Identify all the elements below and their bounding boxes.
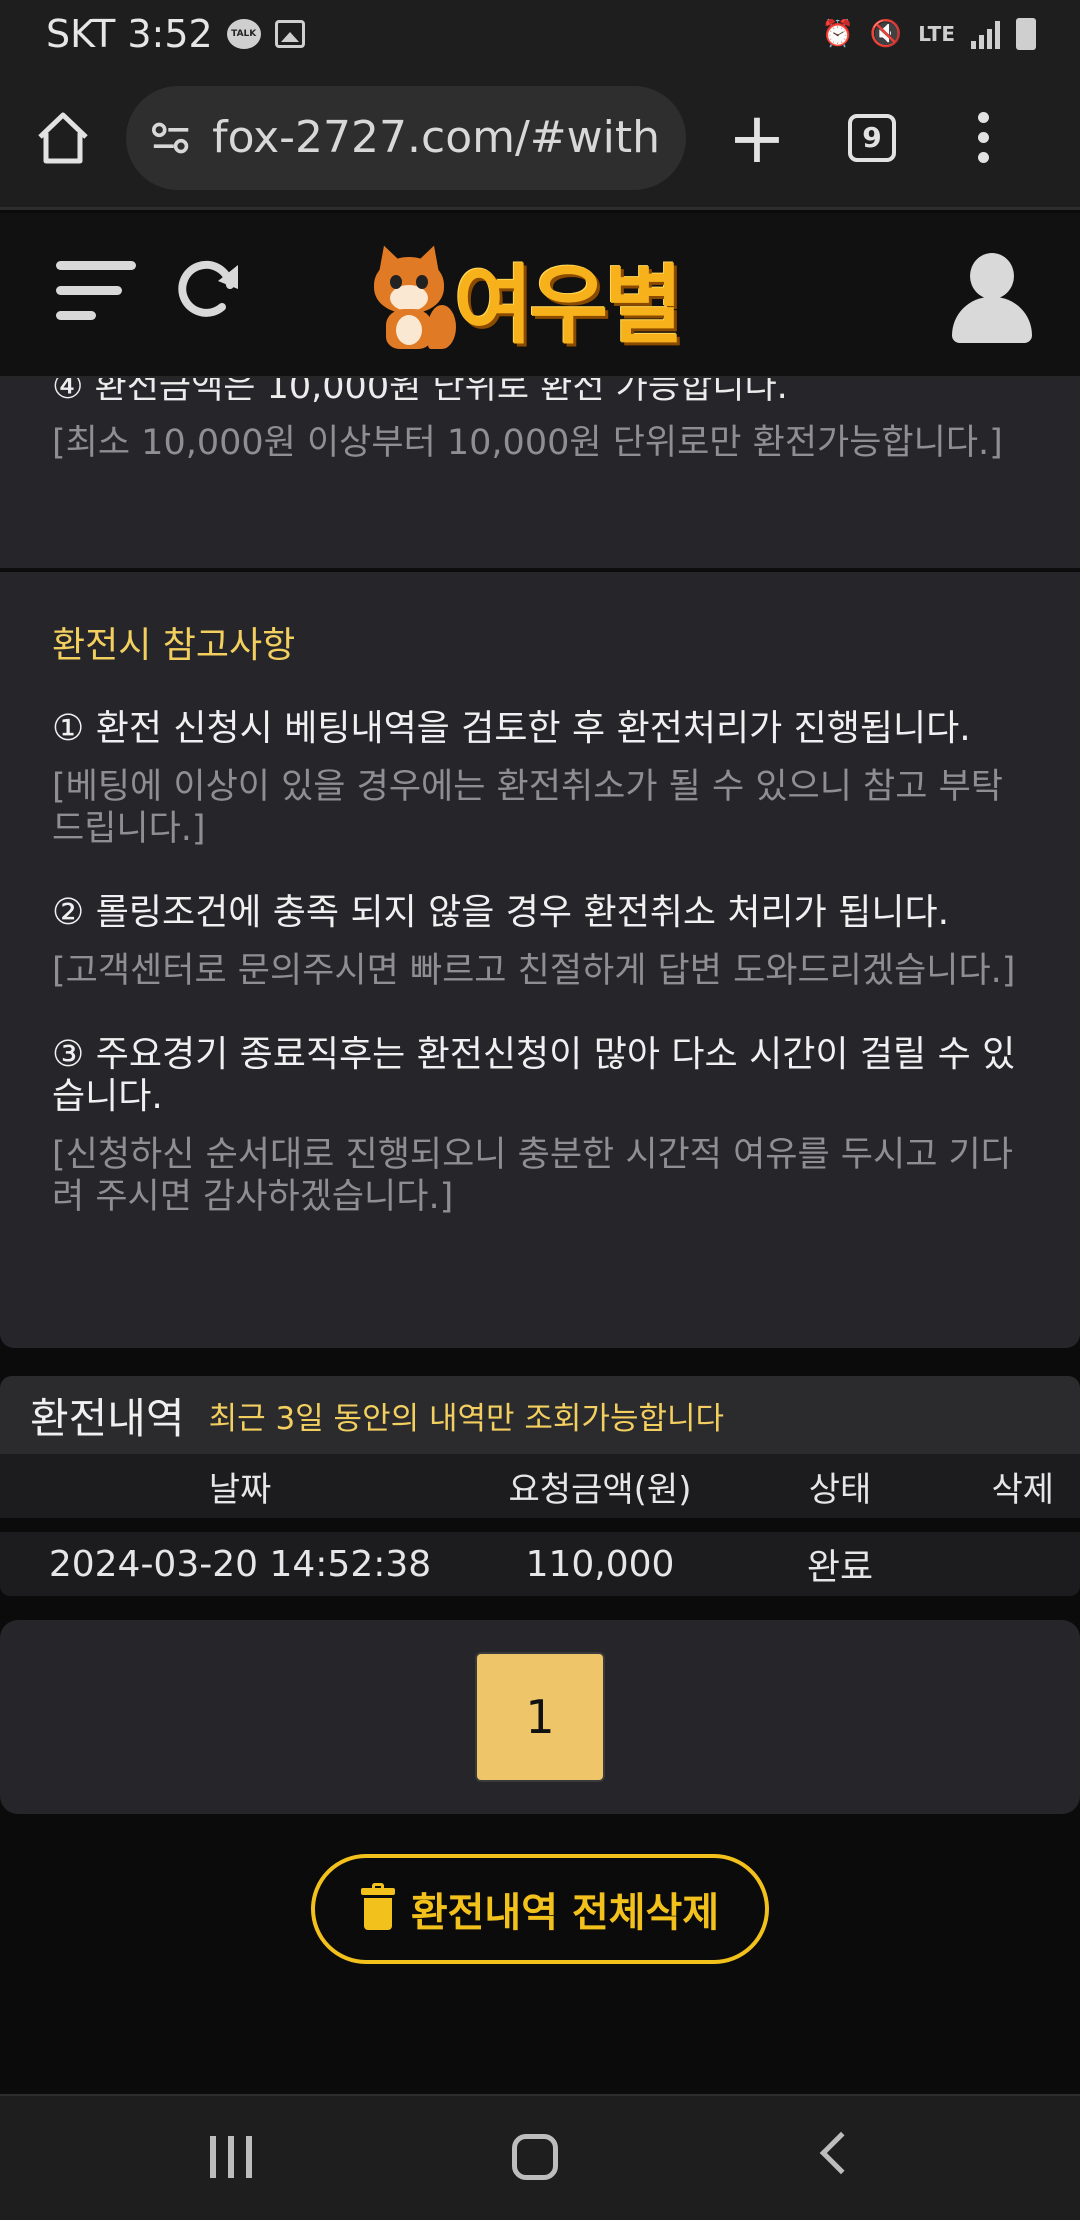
fox-mascot-icon: [370, 240, 456, 351]
status-left: SKT 3:52 TALK: [46, 12, 305, 56]
table-header: 날짜 요청금액(원) 상태 삭제: [0, 1454, 1080, 1518]
note-sub: [고객센터로 문의주시면 빠르고 친절하게 답변 도와드리겠습니다.]: [52, 951, 1016, 991]
note-item: ① 환전 신청시 베팅내역을 검토한 후 환전처리가 진행됩니다. [베팅에 이…: [52, 708, 1028, 850]
history-title: 환전내역: [30, 1393, 185, 1443]
refresh-icon: [178, 260, 238, 317]
row-amount: 110,000: [525, 1543, 675, 1585]
table-row: 2024-03-20 14:52:38 110,000 완료: [0, 1532, 1080, 1596]
note-text: ① 환전 신청시 베팅내역을 검토한 후 환전처리가 진행됩니다.: [52, 708, 971, 749]
row-date: 2024-03-20 14:52:38: [48, 1543, 432, 1585]
battery-icon: [1016, 18, 1036, 50]
tab-switcher-button[interactable]: 9: [848, 113, 896, 162]
withdraw-rules-panel: ④ 환전금액은 10,000원 단위로 환전 가능합니다. [최소 10,000…: [0, 378, 1080, 570]
logo-text: 여우별: [454, 256, 683, 356]
system-home-button[interactable]: [512, 2134, 558, 2180]
row-status: 완료: [806, 1547, 874, 1588]
status-bar: SKT 3:52 TALK ⏰ 🔇 LTE: [0, 0, 1080, 68]
pagination: 1: [0, 1620, 1080, 1814]
col-delete: 삭제: [991, 1469, 1054, 1510]
rule-4-text: ④ 환전금액은 10,000원 단위로 환전 가능합니다.: [52, 378, 788, 407]
col-amount: 요청금액(원): [508, 1469, 692, 1510]
menu-button[interactable]: [56, 261, 136, 336]
site-logo[interactable]: 여우별: [370, 235, 683, 360]
note-item: ② 롤링조건에 충족 되지 않을 경우 환전취소 처리가 됩니다. [고객센터로…: [52, 892, 1028, 992]
image-icon: [274, 20, 305, 48]
user-account-button[interactable]: [952, 253, 1032, 343]
more-menu-button[interactable]: [978, 112, 989, 163]
address-bar[interactable]: fox-2727.com/#withdr: [126, 85, 686, 190]
refresh-button[interactable]: [172, 255, 242, 325]
trash-icon: [360, 1883, 395, 1930]
user-icon: [970, 253, 1014, 299]
note-sub: [베팅에 이상이 있을 경우에는 환전취소가 될 수 있으니 참고 부탁드립니다…: [52, 767, 1003, 849]
withdraw-history: 환전내역 최근 3일 동안의 내역만 조회가능합니다 날짜 요청금액(원) 상태…: [0, 1376, 1080, 1596]
delete-all-history-button[interactable]: 환전내역 전체삭제: [311, 1854, 769, 1964]
col-date: 날짜: [208, 1469, 272, 1510]
alarm-icon: ⏰: [821, 19, 854, 49]
carrier-time: SKT 3:52: [46, 12, 213, 56]
note-text: ③ 주요경기 종료직후는 환전신청이 많아 다소 시간이 걸릴 수 있습니다.: [52, 1034, 1016, 1117]
system-nav-bar: [0, 2094, 1080, 2220]
history-header: 환전내역 최근 3일 동안의 내역만 조회가능합니다: [0, 1376, 1080, 1454]
site-settings-icon: [152, 122, 189, 153]
rule-4-sub: [최소 10,000원 이상부터 10,000원 단위로만 환전가능합니다.]: [52, 423, 1003, 463]
page-button-1[interactable]: 1: [475, 1652, 605, 1782]
history-note: 최근 3일 동안의 내역만 조회가능합니다: [208, 1400, 725, 1437]
mute-icon: 🔇: [869, 19, 903, 49]
col-status: 상태: [808, 1469, 872, 1510]
browser-toolbar: fox-2727.com/#withdr + 9: [0, 68, 1080, 210]
home-button[interactable]: [30, 105, 96, 171]
url-text: fox-2727.com/#withdr: [212, 112, 660, 163]
site-header: 여우별: [0, 213, 1080, 378]
lte-label: LTE: [918, 22, 955, 46]
new-tab-button[interactable]: +: [722, 103, 792, 173]
note-item: ③ 주요경기 종료직후는 환전신청이 많아 다소 시간이 걸릴 수 있습니다. …: [52, 1034, 1028, 1218]
signal-icon: [971, 19, 1000, 49]
talk-icon: TALK: [226, 19, 261, 49]
notes-title: 환전시 참고사항: [52, 625, 296, 666]
withdraw-notes-panel: 환전시 참고사항 ① 환전 신청시 베팅내역을 검토한 후 환전처리가 진행됩니…: [0, 572, 1080, 1348]
recent-apps-button[interactable]: [210, 2136, 252, 2178]
note-sub: [신청하신 순서대로 진행되오니 충분한 시간적 여유를 두시고 기다려 주시면…: [52, 1135, 1013, 1217]
status-right: ⏰ 🔇 LTE: [821, 18, 1036, 50]
delete-all-label: 환전내역 전체삭제: [410, 1890, 720, 1936]
back-button[interactable]: [819, 2131, 863, 2175]
home-icon: [38, 112, 88, 163]
note-text: ② 롤링조건에 충족 되지 않을 경우 환전취소 처리가 됩니다.: [52, 892, 950, 933]
